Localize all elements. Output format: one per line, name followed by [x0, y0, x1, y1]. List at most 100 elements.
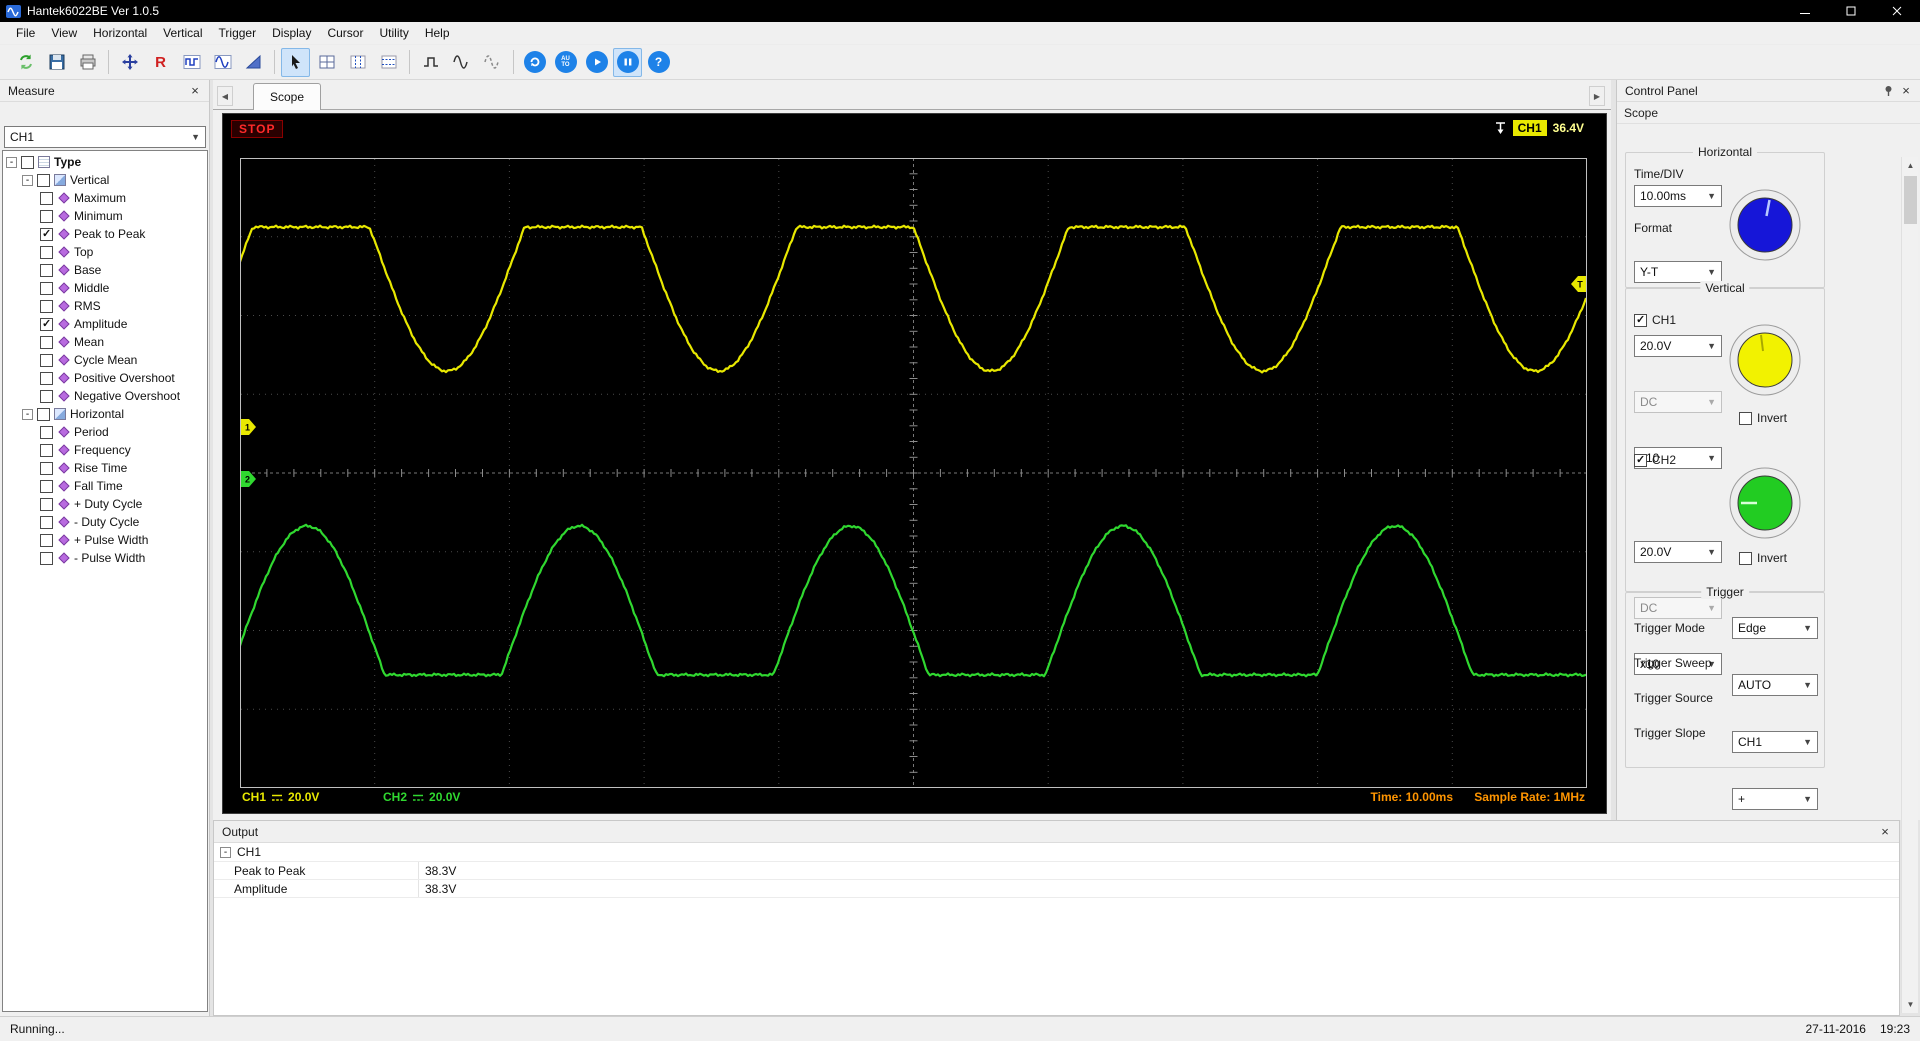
menu-cursor[interactable]: Cursor	[319, 23, 371, 43]
menu-display[interactable]: Display	[264, 23, 319, 43]
timebase-knob[interactable]	[1727, 187, 1803, 263]
measure-checkbox[interactable]	[37, 407, 50, 421]
linear-interpolation-button[interactable]	[478, 48, 507, 77]
measure-checkbox[interactable]	[40, 281, 53, 295]
measure-source-select[interactable]: CH1 ▼	[4, 126, 206, 148]
tree-item[interactable]: Amplitude	[3, 315, 207, 333]
sine-interpolation-button[interactable]	[447, 48, 476, 77]
menu-trigger[interactable]: Trigger	[211, 23, 265, 43]
ramp-display-button[interactable]	[239, 48, 268, 77]
control-panel-close-icon[interactable]: ×	[1898, 83, 1914, 99]
ch1-enable-checkbox[interactable]	[1634, 313, 1647, 327]
tree-item[interactable]: RMS	[3, 297, 207, 315]
tree-item[interactable]: Maximum	[3, 189, 207, 207]
output-group-row[interactable]: CH1	[214, 843, 1899, 862]
pin-icon[interactable]	[1880, 83, 1896, 99]
menu-horizontal[interactable]: Horizontal	[85, 23, 155, 43]
tree-item[interactable]: Frequency	[3, 441, 207, 459]
measure-checkbox[interactable]	[40, 191, 53, 205]
tree-item[interactable]: Middle	[3, 279, 207, 297]
collapse-icon[interactable]	[22, 174, 33, 186]
measure-checkbox[interactable]	[40, 227, 53, 241]
tree-item[interactable]: Peak to Peak	[3, 225, 207, 243]
menu-file[interactable]: File	[8, 23, 43, 43]
menu-view[interactable]: View	[43, 23, 85, 43]
tab-scope[interactable]: Scope	[253, 83, 322, 110]
maximize-button[interactable]	[1828, 0, 1874, 22]
tree-item[interactable]: Cycle Mean	[3, 351, 207, 369]
output-close-icon[interactable]: ×	[1877, 824, 1893, 840]
ch1-volts-knob[interactable]	[1727, 322, 1803, 398]
scope-display[interactable]: STOP CH1 36.4V T 1 2 CH1 20.0V CH2 20.0V T…	[222, 113, 1607, 814]
collapse-icon[interactable]	[22, 408, 33, 420]
dot-display-button[interactable]	[208, 48, 237, 77]
tab-scroll-right-icon[interactable]: ▶	[1589, 86, 1605, 106]
measure-checkbox[interactable]	[40, 245, 53, 259]
tree-item[interactable]: Base	[3, 261, 207, 279]
tree-item[interactable]: Positive Overshoot	[3, 369, 207, 387]
ch2-volts-select[interactable]: 20.0V ▼	[1634, 541, 1722, 563]
measure-checkbox[interactable]	[40, 461, 53, 475]
tree-item[interactable]: - Pulse Width	[3, 549, 207, 567]
ch2-invert-checkbox[interactable]	[1739, 551, 1752, 565]
collapse-icon[interactable]	[220, 846, 231, 858]
trigger-sweep-select[interactable]: AUTO ▼	[1732, 674, 1818, 696]
scrollbar-thumb[interactable]	[1904, 176, 1917, 224]
menu-vertical[interactable]: Vertical	[155, 23, 210, 43]
scope-canvas[interactable]: T 1 2	[240, 158, 1587, 788]
measure-checkbox[interactable]	[40, 515, 53, 529]
tree-group-horizontal[interactable]: Horizontal	[3, 405, 207, 423]
refresh-button[interactable]	[520, 48, 549, 77]
timediv-select[interactable]: 10.00ms ▼	[1634, 185, 1722, 207]
ch1-volts-select[interactable]: 20.0V ▼	[1634, 335, 1722, 357]
menu-help[interactable]: Help	[417, 23, 458, 43]
tree-item[interactable]: + Pulse Width	[3, 531, 207, 549]
scroll-up-icon[interactable]: ▲	[1902, 157, 1919, 174]
pause-button[interactable]	[613, 47, 642, 77]
save-button[interactable]	[42, 48, 71, 77]
measure-checkbox[interactable]	[40, 317, 53, 331]
scroll-down-icon[interactable]: ▼	[1902, 996, 1919, 1013]
trigger-slope-select[interactable]: + ▼	[1732, 788, 1818, 810]
measure-checkbox[interactable]	[40, 389, 53, 403]
measure-close-icon[interactable]: ×	[187, 83, 203, 99]
trigger-source-select[interactable]: CH1 ▼	[1732, 731, 1818, 753]
measure-checkbox[interactable]	[40, 533, 53, 547]
acquire-button[interactable]	[11, 48, 40, 77]
tree-group-vertical[interactable]: Vertical	[3, 171, 207, 189]
ch2-volts-knob[interactable]	[1727, 465, 1803, 541]
menu-utility[interactable]: Utility	[371, 23, 416, 43]
tree-item[interactable]: Fall Time	[3, 477, 207, 495]
tree-item[interactable]: Top	[3, 243, 207, 261]
measure-checkbox[interactable]	[40, 497, 53, 511]
tree-item[interactable]: Negative Overshoot	[3, 387, 207, 405]
measure-checkbox[interactable]	[40, 263, 53, 277]
step-interpolation-button[interactable]	[416, 48, 445, 77]
output-row[interactable]: Peak to Peak 38.3V	[214, 862, 1899, 880]
close-button[interactable]	[1874, 0, 1920, 22]
cursor-button[interactable]	[281, 47, 310, 77]
ch1-invert-checkbox[interactable]	[1739, 411, 1752, 425]
output-row[interactable]: Amplitude 38.3V	[214, 880, 1899, 898]
autoset-button[interactable]: AU TO	[551, 48, 580, 77]
control-panel-scrollbar[interactable]: ▲ ▼	[1901, 157, 1918, 1013]
measure-checkbox[interactable]	[21, 155, 34, 169]
ch2-enable-checkbox[interactable]	[1634, 453, 1647, 467]
tree-item[interactable]: Period	[3, 423, 207, 441]
measure-checkbox[interactable]	[40, 353, 53, 367]
measure-checkbox[interactable]	[40, 299, 53, 313]
tree-item[interactable]: Rise Time	[3, 459, 207, 477]
measure-checkbox[interactable]	[40, 443, 53, 457]
pan-button[interactable]	[115, 48, 144, 77]
horizontal-cursor-button[interactable]	[374, 48, 403, 77]
measure-checkbox[interactable]	[40, 425, 53, 439]
tree-item[interactable]: Mean	[3, 333, 207, 351]
tree-item[interactable]: - Duty Cycle	[3, 513, 207, 531]
tree-root-type[interactable]: Type	[3, 153, 207, 171]
help-button[interactable]: ?	[644, 48, 673, 77]
trigger-mode-select[interactable]: Edge ▼	[1732, 617, 1818, 639]
measure-checkbox[interactable]	[40, 371, 53, 385]
vertical-cursor-button[interactable]	[343, 48, 372, 77]
reference-button[interactable]: R	[146, 48, 175, 77]
measure-checkbox[interactable]	[40, 479, 53, 493]
